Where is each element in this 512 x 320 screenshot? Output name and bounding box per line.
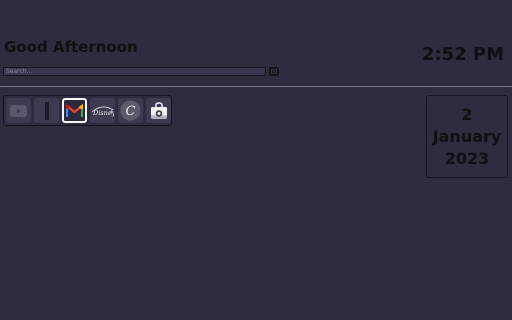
svg-text:C: C (126, 104, 136, 119)
date-year: 2023 (444, 148, 490, 168)
svg-text:+: + (109, 109, 114, 116)
c-app-icon: C (120, 100, 141, 121)
divider (0, 86, 512, 87)
app-shortcuts-panel: Disney + C (3, 95, 172, 126)
youtube-icon (10, 104, 27, 117)
clock-text: 2:52 PM (421, 44, 504, 65)
greeting-text: Good Afternoon (4, 38, 138, 56)
search-input[interactable] (3, 67, 266, 76)
app-shortcut-gmail[interactable] (62, 98, 87, 123)
app-shortcut-web-store[interactable] (146, 98, 171, 123)
search-button[interactable] (269, 67, 279, 76)
disney-plus-icon: Disney + (91, 106, 114, 117)
new-tab-page: Good Afternoon 2:52 PM Search... Disney … (0, 0, 512, 320)
dark-app-icon (44, 101, 49, 120)
date-month: January (432, 126, 502, 146)
gmail-icon (66, 104, 83, 117)
date-day: 2 (461, 104, 473, 124)
app-shortcut-c[interactable]: C (118, 98, 143, 123)
date-widget: 2 January 2023 (426, 95, 508, 178)
app-shortcut-disney-plus[interactable]: Disney + (90, 98, 115, 123)
web-store-icon (150, 101, 167, 119)
search-icon (270, 68, 278, 75)
search-bar (3, 67, 279, 78)
app-shortcut-youtube[interactable] (6, 98, 31, 123)
app-shortcut-dark[interactable] (34, 98, 59, 123)
